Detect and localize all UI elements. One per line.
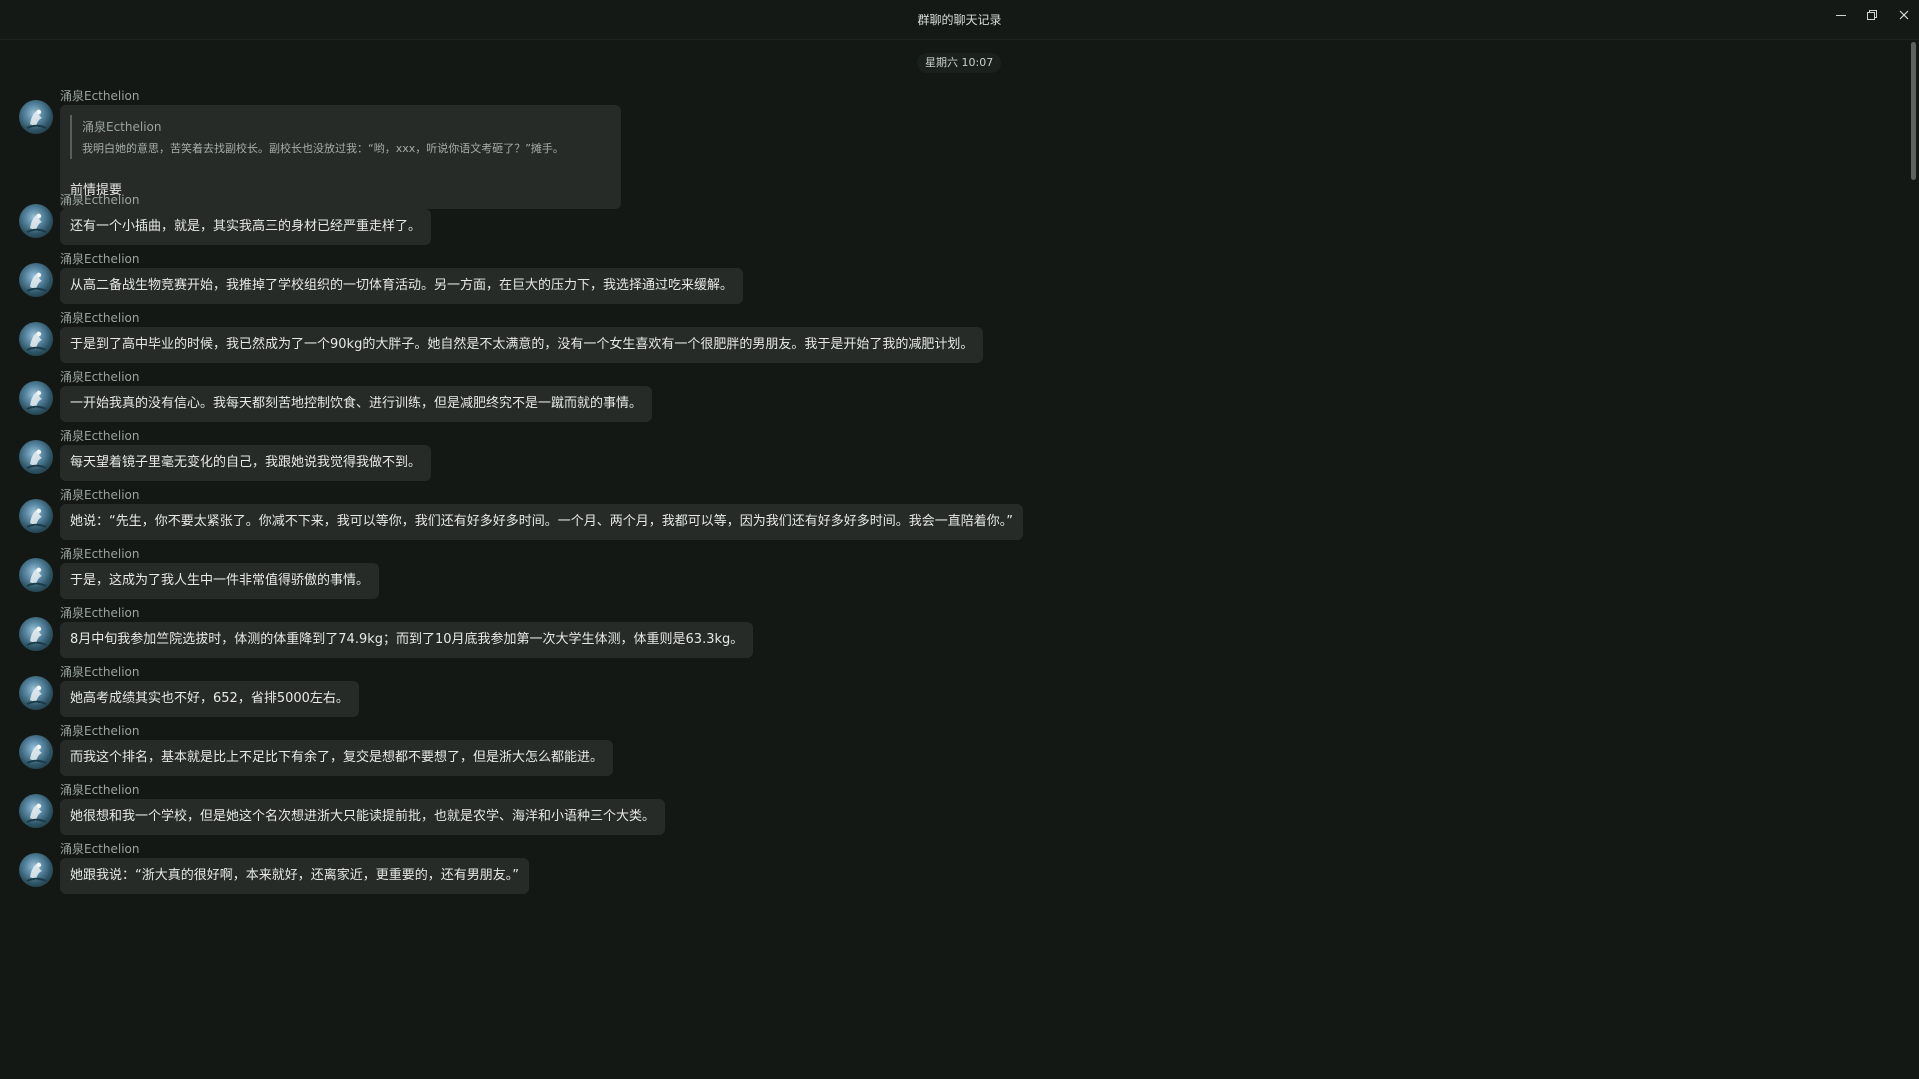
window-title: 群聊的聊天记录 [917, 13, 1002, 27]
date-separator: 星期六 10:07 [917, 53, 1002, 73]
sender-name: 涌泉Ecthelion [60, 252, 140, 266]
quoted-text: 我明白她的意思，苦笑着去找副校长。副校长也没放过我：“哟，xxx，听说你语文考砸… [82, 142, 564, 155]
chat-history-window: 群聊的聊天记录 星期六 10:07 涌泉Ecthelion 涌泉Ecthelio… [0, 0, 1919, 1079]
avatar-icon[interactable] [19, 322, 53, 356]
avatar-icon[interactable] [19, 676, 53, 710]
avatar-icon[interactable] [19, 440, 53, 474]
sender-name: 涌泉Ecthelion [60, 547, 140, 561]
minimize-button[interactable] [1826, 4, 1856, 26]
avatar-icon[interactable] [19, 100, 53, 134]
message-bubble[interactable]: 还有一个小插曲，就是，其实我高三的身材已经严重走样了。 [60, 209, 432, 245]
sender-name: 涌泉Ecthelion [60, 429, 140, 443]
scrollbar-thumb[interactable] [1911, 42, 1916, 180]
message-bubble[interactable]: 而我这个排名，基本就是比上不足比下有余了，复交是想都不要想了，但是浙大怎么都能进… [60, 740, 614, 776]
avatar-icon[interactable] [19, 794, 53, 828]
avatar-icon[interactable] [19, 381, 53, 415]
sender-name: 涌泉Ecthelion [60, 842, 140, 856]
avatar-icon[interactable] [19, 558, 53, 592]
avatar-icon[interactable] [19, 263, 53, 297]
message-bubble[interactable]: 8月中旬我参加竺院选拔时，体测的体重降到了74.9kg；而到了10月底我参加第一… [60, 622, 754, 658]
avatar-icon[interactable] [19, 617, 53, 651]
message-bubble[interactable]: 于是，这成为了我人生中一件非常值得骄傲的事情。 [60, 563, 380, 599]
scrollbar[interactable] [1908, 40, 1919, 1079]
restore-button[interactable] [1857, 4, 1887, 26]
close-button[interactable] [1889, 4, 1919, 26]
message-bubble[interactable]: 每天望着镜子里毫无变化的自己，我跟她说我觉得我做不到。 [60, 445, 432, 481]
message-bubble[interactable]: 从高二备战生物竞赛开始，我推掉了学校组织的一切体育活动。另一方面，在巨大的压力下… [60, 268, 744, 304]
message-bubble[interactable]: 她跟我说：“浙大真的很好啊，本来就好，还离家近，更重要的，还有男朋友。” [60, 858, 529, 894]
message-bubble[interactable]: 她说：“先生，你不要太紧张了。你减不下来，我可以等你，我们还有好多好多时间。一个… [60, 504, 1023, 540]
sender-name: 涌泉Ecthelion [60, 193, 140, 207]
minimize-icon [1836, 15, 1846, 16]
message-bubble[interactable]: 一开始我真的没有信心。我每天都刻苦地控制饮食、进行训练，但是减肥终究不是一蹴而就… [60, 386, 653, 422]
avatar-icon[interactable] [19, 204, 53, 238]
message-bubble[interactable]: 她高考成绩其实也不好，652，省排5000左右。 [60, 681, 359, 717]
sender-name: 涌泉Ecthelion [60, 665, 140, 679]
sender-name: 涌泉Ecthelion [60, 488, 140, 502]
close-icon [1899, 10, 1909, 20]
sender-name: 涌泉Ecthelion [60, 724, 140, 738]
sender-name: 涌泉Ecthelion [60, 370, 140, 384]
message-bubble[interactable]: 她很想和我一个学校，但是她这个名次想进浙大只能读提前批，也就是农学、海洋和小语种… [60, 799, 666, 835]
message-bubble[interactable]: 于是到了高中毕业的时候，我已然成为了一个90kg的大胖子。她自然是不太满意的，没… [60, 327, 984, 363]
quote-message-bubble[interactable]: 涌泉Ecthelion 我明白她的意思，苦笑着去找副校长。副校长也没放过我：“哟… [60, 105, 621, 209]
title-bar: 群聊的聊天记录 [0, 0, 1919, 40]
avatar-icon[interactable] [19, 853, 53, 887]
quoted-reference[interactable]: 涌泉Ecthelion 我明白她的意思，苦笑着去找副校长。副校长也没放过我：“哟… [70, 115, 564, 159]
quoted-sender: 涌泉Ecthelion [82, 120, 162, 134]
sender-name: 涌泉Ecthelion [60, 606, 140, 620]
sender-name: 涌泉Ecthelion [60, 783, 140, 797]
avatar-icon[interactable] [19, 499, 53, 533]
message-list[interactable]: 星期六 10:07 涌泉Ecthelion 涌泉Ecthelion 我明白她的意… [0, 40, 1908, 1079]
avatar-icon[interactable] [19, 735, 53, 769]
sender-name: 涌泉Ecthelion [60, 89, 140, 103]
sender-name: 涌泉Ecthelion [60, 311, 140, 325]
restore-icon [1867, 10, 1877, 20]
